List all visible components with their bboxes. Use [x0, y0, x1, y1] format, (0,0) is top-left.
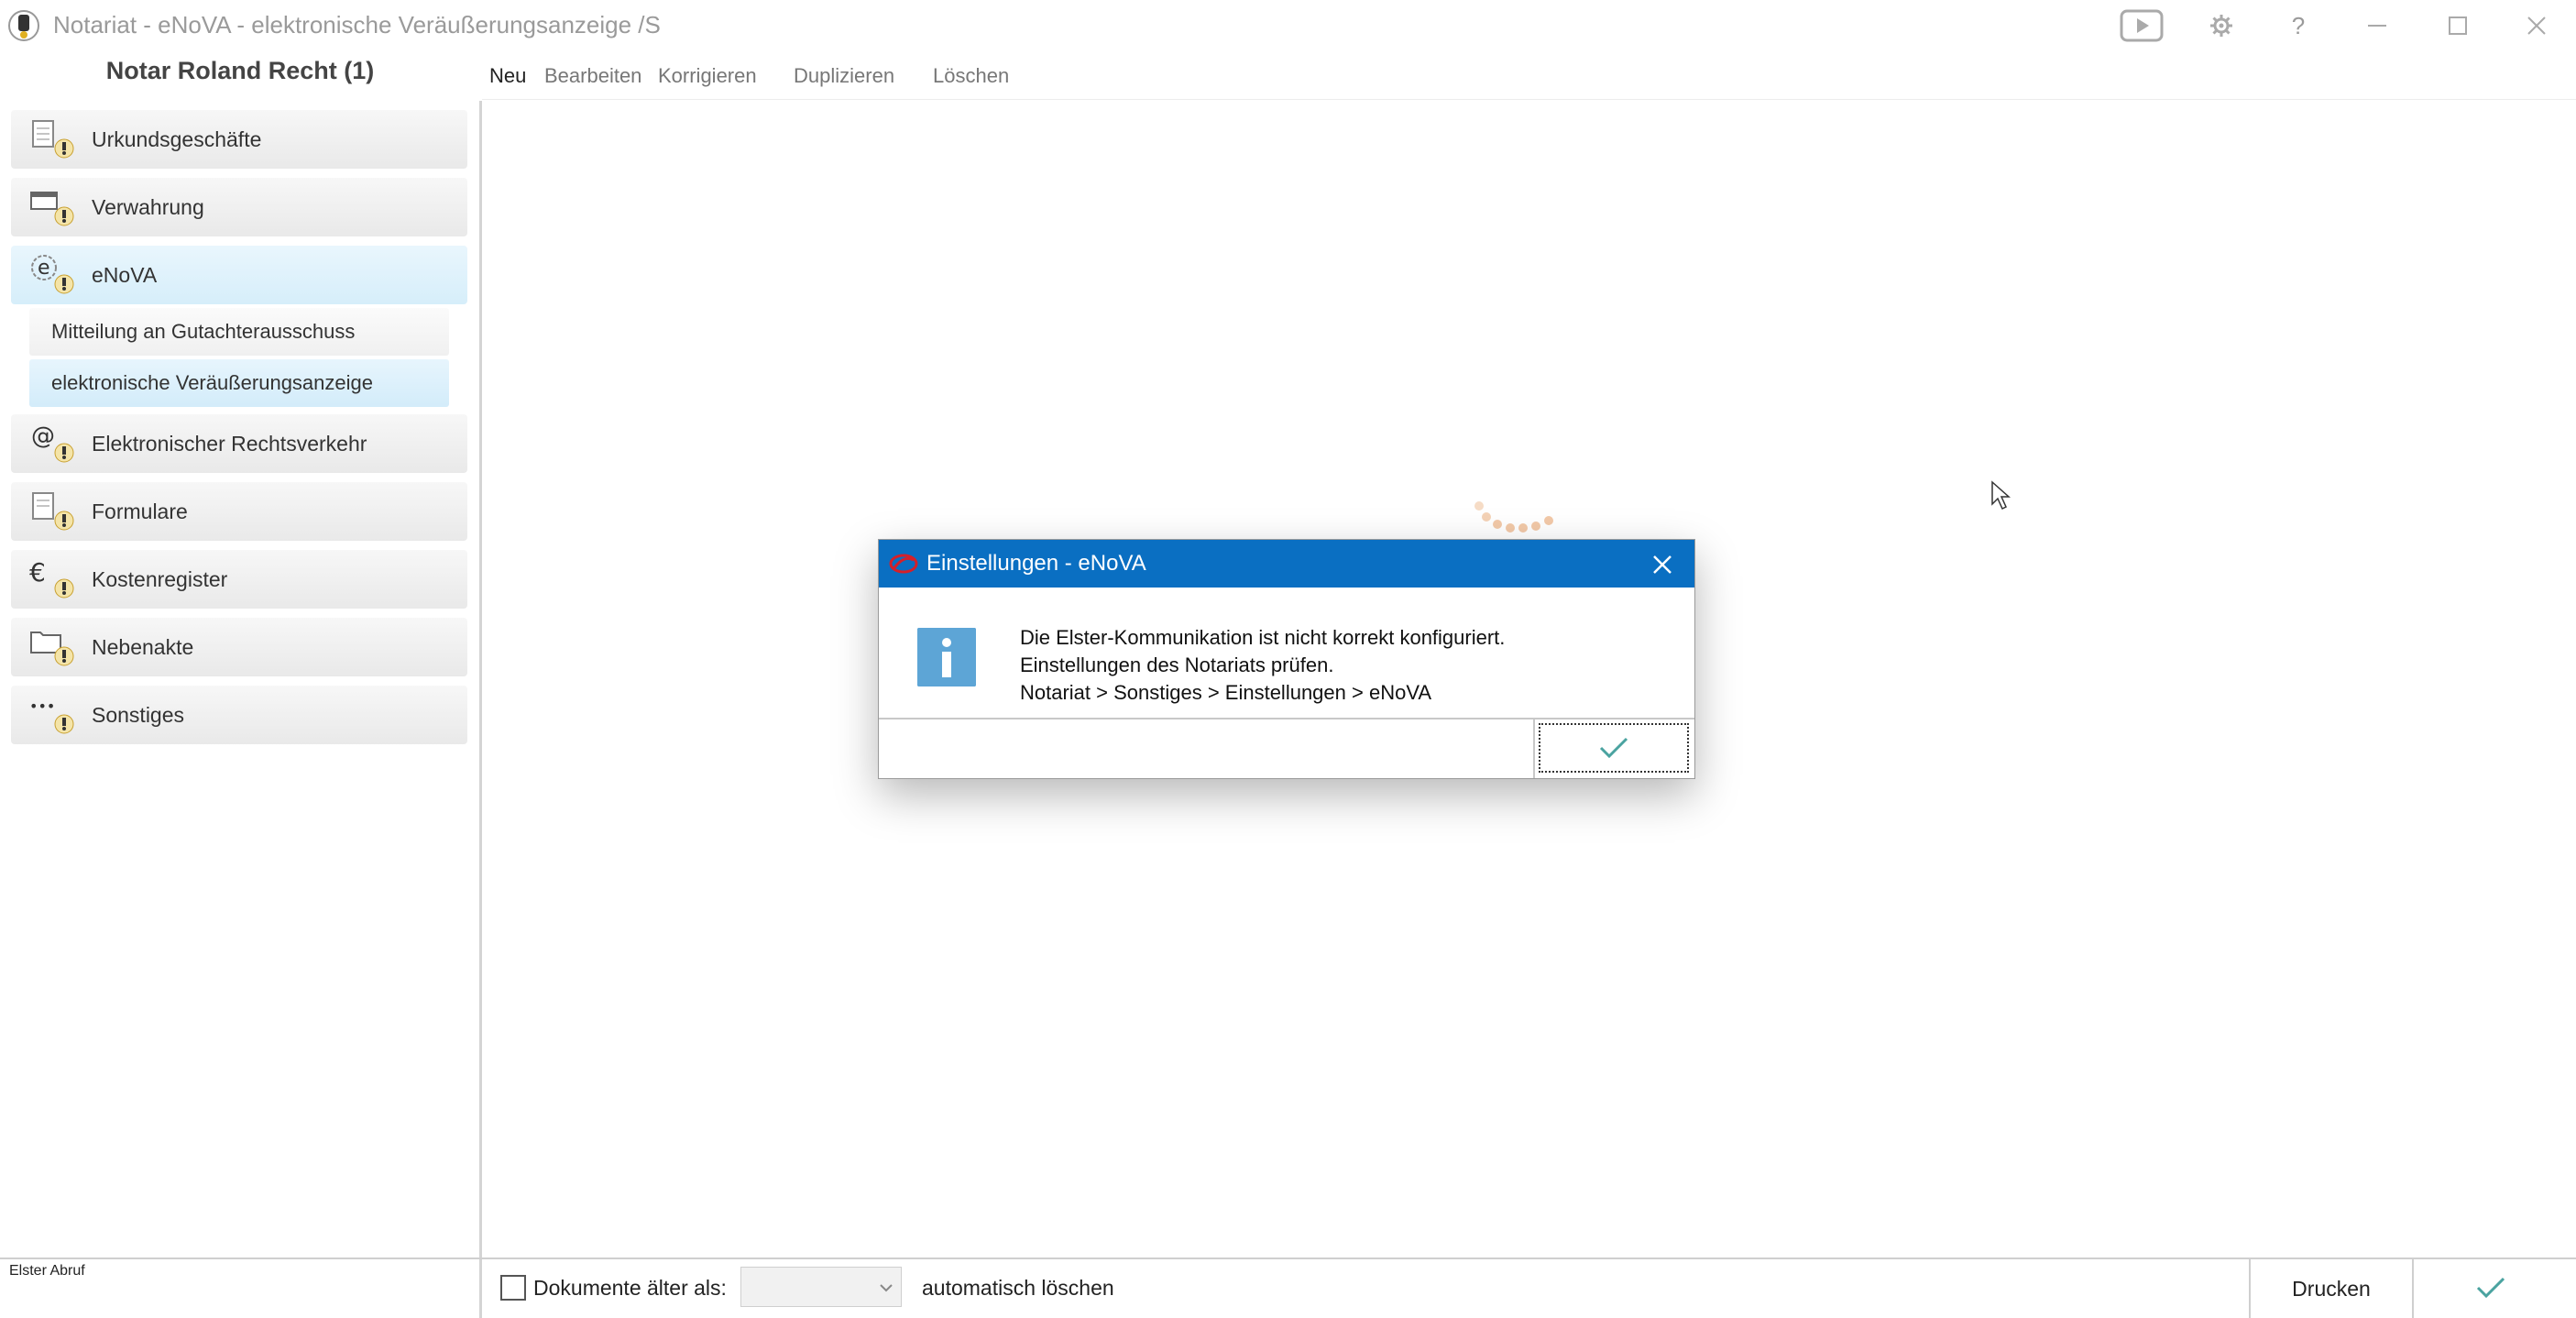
menu-neu[interactable]: Neu — [489, 64, 526, 88]
sidebar-divider[interactable] — [479, 101, 482, 1258]
play-icon[interactable] — [2117, 5, 2166, 46]
footer-divider — [479, 1259, 482, 1318]
sidebar-item-sonstiges[interactable]: ••• Sonstiges — [11, 686, 467, 744]
dialog-message-line: Einstellungen des Notariats prüfen. — [1020, 654, 1334, 676]
dialog-message-line: Notariat > Sonstiges > Einstellungen > e… — [1020, 681, 1432, 704]
sidebar-item-label: Sonstiges — [92, 703, 185, 727]
auto-delete-label: automatisch löschen — [922, 1276, 1114, 1300]
app-logo-icon — [8, 10, 39, 41]
checkmark-icon — [1599, 737, 1628, 759]
settings-dialog: Einstellungen - eNoVA Die Elster-Kommuni… — [878, 539, 1695, 779]
info-icon — [917, 628, 976, 686]
print-button[interactable]: Drucken — [2251, 1259, 2412, 1318]
dialog-separator — [879, 718, 1694, 719]
document-icon — [32, 120, 74, 159]
sidebar-subitem-veraeusserungsanzeige[interactable]: elektronische Veräußerungsanzeige — [29, 359, 449, 407]
sidebar-item-label: Nebenakte — [92, 635, 194, 659]
status-text: Elster Abruf — [9, 1263, 85, 1279]
sidebar-item-kostenregister[interactable]: € Kostenregister — [11, 550, 467, 609]
close-icon[interactable] — [2516, 5, 2557, 46]
window-titlebar: Notariat - eNoVA - elektronische Veräuße… — [0, 0, 2576, 51]
content-divider — [482, 99, 2576, 100]
sidebar-item-nebenakte[interactable]: Nebenakte — [11, 618, 467, 676]
sidebar-subitem-gutachterausschuss[interactable]: Mitteilung an Gutachterausschuss — [29, 308, 449, 356]
help-icon[interactable]: ? — [2280, 5, 2317, 46]
form-icon — [32, 492, 74, 531]
confirm-button[interactable] — [2414, 1259, 2576, 1318]
gear-icon[interactable] — [2201, 5, 2242, 46]
sidebar-item-label: Elektronischer Rechtsverkehr — [92, 432, 367, 456]
maximize-icon[interactable] — [2438, 5, 2478, 46]
sidebar-item-label: Urkundsgeschäfte — [92, 127, 262, 151]
dialog-title: Einstellungen - eNoVA — [926, 551, 1146, 576]
delete-old-checkbox[interactable] — [500, 1275, 526, 1301]
menu-korrigieren[interactable]: Korrigieren — [658, 64, 757, 88]
sidebar-item-label: Formulare — [92, 500, 188, 523]
sidebar-item-label: Kostenregister — [92, 567, 228, 591]
checkbox-label[interactable]: Dokumente älter als: — [533, 1276, 727, 1301]
svg-text:€: € — [29, 557, 46, 588]
menu-duplizieren[interactable]: Duplizieren — [794, 64, 894, 88]
sidebar: Urkundsgeschäfte Verwahrung e eNoVA Mitt… — [0, 101, 480, 1258]
dialog-separator — [1533, 719, 1535, 778]
close-icon[interactable] — [1647, 549, 1678, 580]
safe-icon — [30, 192, 74, 226]
footer-divider — [0, 1258, 2576, 1259]
dialog-logo-icon — [889, 554, 918, 574]
sidebar-item-urkundsgeschaefte[interactable]: Urkundsgeschäfte — [11, 110, 467, 169]
age-dropdown[interactable] — [740, 1267, 902, 1307]
menu-loeschen[interactable]: Löschen — [933, 64, 1009, 88]
enova-icon: e — [31, 255, 74, 294]
sidebar-item-verwahrung[interactable]: Verwahrung — [11, 178, 467, 236]
sidebar-item-label: Verwahrung — [92, 195, 204, 219]
at-icon: @ — [31, 423, 74, 463]
sidebar-subitem-label: Mitteilung an Gutachterausschuss — [51, 320, 356, 343]
sidebar-item-label: eNoVA — [92, 263, 158, 287]
chevron-down-icon — [880, 1284, 893, 1292]
dialog-titlebar[interactable]: Einstellungen - eNoVA — [879, 540, 1694, 588]
minimize-icon[interactable] — [2357, 5, 2397, 46]
svg-text:•••: ••• — [29, 697, 55, 715]
sidebar-subitem-label: elektronische Veräußerungsanzeige — [51, 371, 374, 394]
checkmark-icon — [2476, 1277, 2505, 1299]
sidebar-item-formulare[interactable]: Formulare — [11, 482, 467, 541]
ok-button[interactable] — [1539, 723, 1689, 773]
window-title: Notariat - eNoVA - elektronische Veräuße… — [53, 11, 661, 38]
svg-text:@: @ — [31, 423, 55, 450]
sidebar-item-enova[interactable]: e eNoVA — [11, 246, 467, 304]
dialog-message-line: Die Elster-Kommunikation ist nicht korre… — [1020, 626, 1506, 649]
mouse-cursor-icon — [1991, 480, 2011, 511]
menu-bearbeiten[interactable]: Bearbeiten — [544, 64, 641, 88]
sidebar-item-rechtsverkehr[interactable]: @ Elektronischer Rechtsverkehr — [11, 414, 467, 473]
more-icon: ••• — [29, 697, 74, 734]
folder-icon — [30, 632, 74, 666]
euro-icon: € — [29, 557, 74, 599]
svg-text:e: e — [38, 257, 50, 280]
notary-title: Notar Roland Recht (1) — [105, 57, 375, 84]
